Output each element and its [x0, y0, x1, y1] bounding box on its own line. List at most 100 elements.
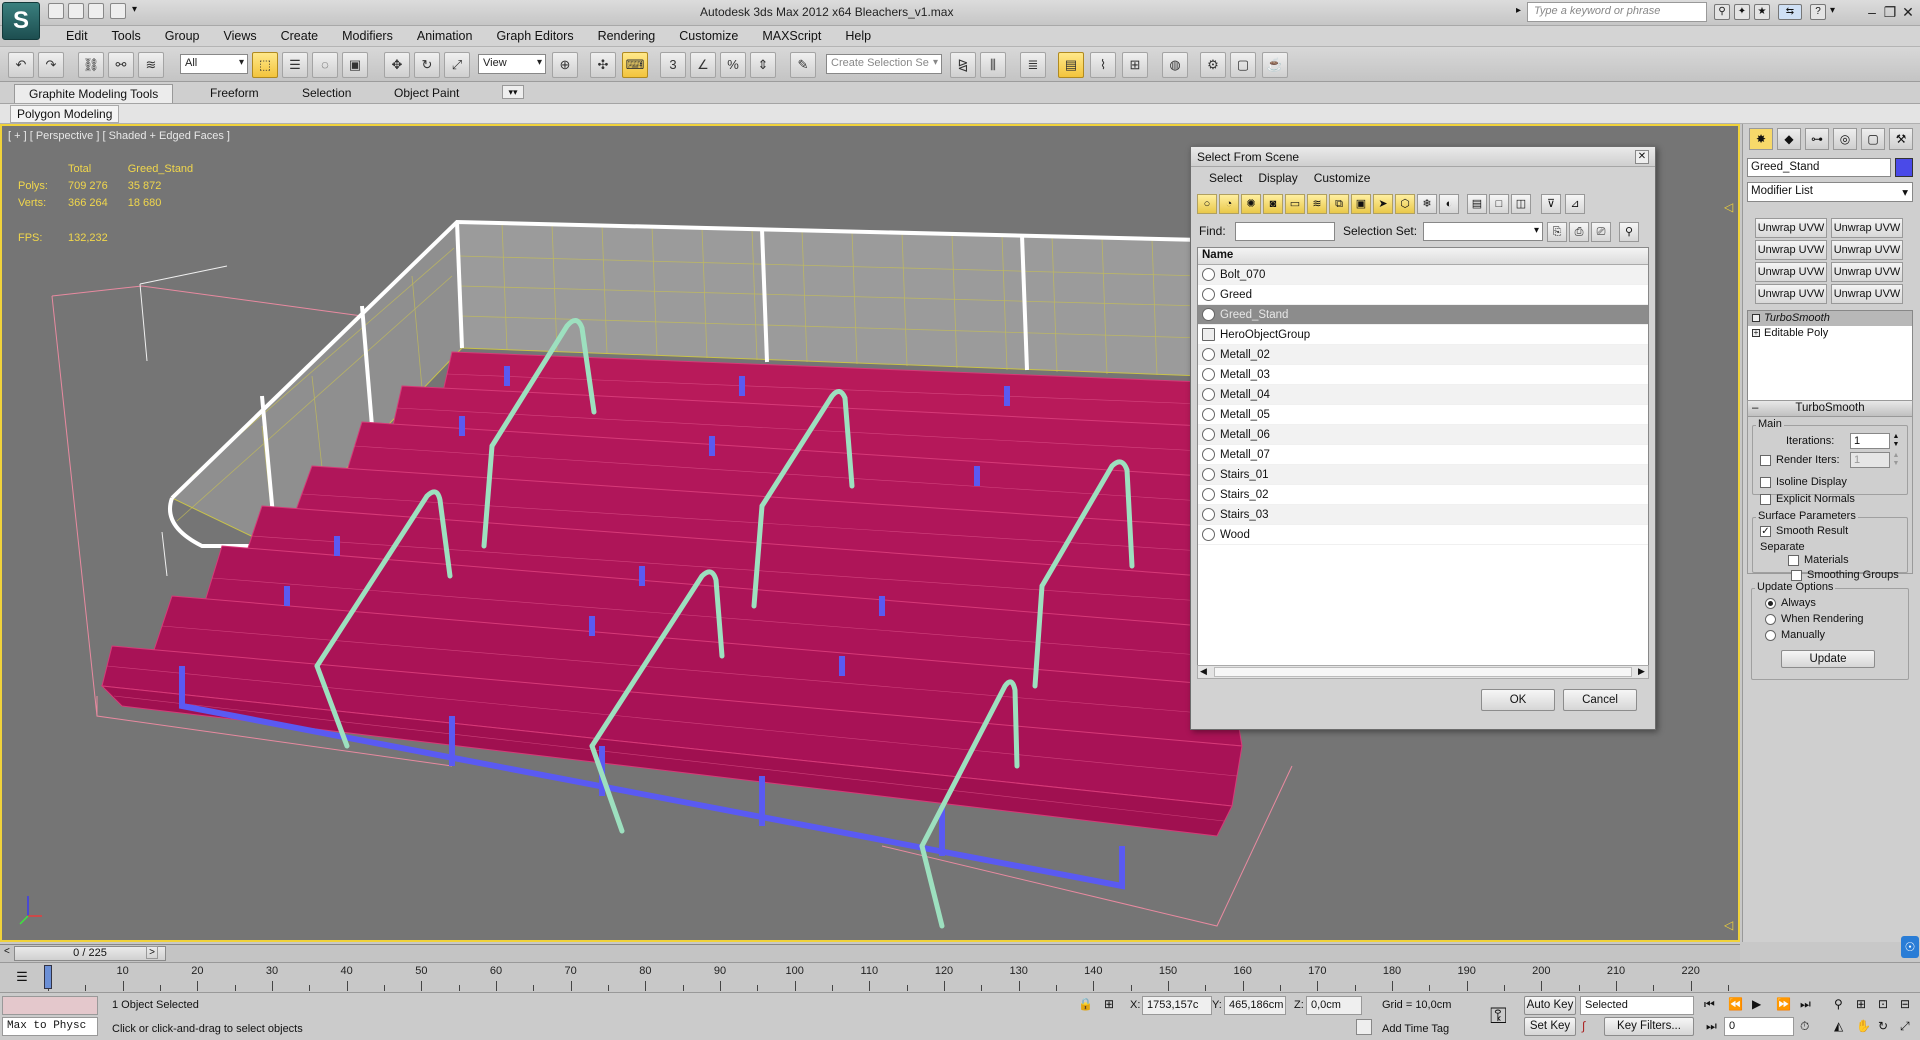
- list-item[interactable]: Greed_Stand: [1198, 305, 1648, 325]
- always-radio[interactable]: [1765, 598, 1776, 609]
- tab-freeform[interactable]: Freeform: [196, 84, 273, 103]
- update-button[interactable]: Update: [1781, 650, 1875, 668]
- selection-set-options-icon[interactable]: ⚲: [1619, 222, 1639, 242]
- create-tab-icon[interactable]: ✸: [1749, 128, 1773, 150]
- cancel-button[interactable]: Cancel: [1563, 689, 1637, 711]
- menu-customize[interactable]: Customize: [667, 26, 750, 46]
- iterations-spinner-arrows-icon[interactable]: ▲ ▼: [1891, 433, 1901, 449]
- help-dropdown-icon[interactable]: ▾: [1830, 5, 1835, 16]
- select-all-icon[interactable]: ▤: [1467, 194, 1487, 214]
- set-key-button[interactable]: Set Key: [1524, 1017, 1576, 1036]
- display-geometry-icon[interactable]: ○: [1197, 194, 1217, 214]
- menu-group[interactable]: Group: [153, 26, 212, 46]
- timeline-ruler[interactable]: 10 20 30 40 50 60 70 80 90 100 110 120 130 140 150 160 1…: [44, 965, 1729, 991]
- zoom-all-icon[interactable]: ⊞: [1856, 997, 1866, 1011]
- reference-coordinate-dropdown[interactable]: View: [478, 54, 546, 74]
- subscription-icon[interactable]: ✦: [1734, 4, 1750, 20]
- turbosmooth-rollout-header[interactable]: – TurboSmooth: [1748, 401, 1912, 417]
- spinner-snap-icon[interactable]: ⇕: [750, 52, 776, 78]
- zoom-extents-all-icon[interactable]: ⊟: [1900, 997, 1910, 1011]
- list-item[interactable]: Metall_03: [1198, 365, 1648, 385]
- display-groups-icon[interactable]: ⧉: [1329, 194, 1349, 214]
- x-coordinate-field[interactable]: 1753,157c: [1142, 996, 1212, 1015]
- select-and-rotate-icon[interactable]: ↻: [414, 52, 440, 78]
- list-item[interactable]: Stairs_02: [1198, 485, 1648, 505]
- help-icon[interactable]: ?: [1810, 4, 1826, 20]
- schematic-view-icon[interactable]: ⊞: [1122, 52, 1148, 78]
- ok-button[interactable]: OK: [1481, 689, 1555, 711]
- render-iters-checkbox[interactable]: [1760, 455, 1771, 466]
- time-slider[interactable]: < 0 / 225 >: [0, 944, 1740, 962]
- scroll-thumb[interactable]: [1214, 667, 1632, 677]
- menu-modifiers[interactable]: Modifiers: [330, 26, 405, 46]
- add-to-selection-set-icon[interactable]: ⎙: [1569, 222, 1589, 242]
- stack-item-editable-poly[interactable]: + Editable Poly: [1748, 326, 1912, 341]
- redo-icon[interactable]: ↷: [38, 52, 64, 78]
- render-setup-icon[interactable]: ⚙: [1200, 52, 1226, 78]
- unwrap-uvw-button[interactable]: Unwrap UVW: [1831, 262, 1903, 282]
- auto-key-button[interactable]: Auto Key: [1524, 996, 1576, 1015]
- iterations-spinner[interactable]: 1: [1850, 433, 1890, 449]
- default-tangent-icon[interactable]: ∫: [1582, 1019, 1598, 1035]
- selection-lock-icon[interactable]: 🔒: [1078, 997, 1093, 1011]
- open-file-icon[interactable]: [68, 3, 84, 19]
- menu-maxscript[interactable]: MAXScript: [750, 26, 833, 46]
- utilities-tab-icon[interactable]: ⚒: [1889, 128, 1913, 150]
- keyboard-shortcut-override-icon[interactable]: ⌨: [622, 52, 648, 78]
- side-help-icon[interactable]: ☉: [1901, 936, 1919, 958]
- undo-history-icon[interactable]: [110, 3, 126, 19]
- menu-graph-editors[interactable]: Graph Editors: [484, 26, 585, 46]
- select-and-scale-icon[interactable]: ⤢: [444, 52, 470, 78]
- smoothing-groups-checkbox[interactable]: [1791, 570, 1802, 581]
- display-xrefs-icon[interactable]: ▣: [1351, 194, 1371, 214]
- modifier-list-dropdown[interactable]: Modifier List: [1747, 182, 1913, 202]
- key-filters-button[interactable]: Key Filters...: [1604, 1017, 1694, 1036]
- selection-region-icon[interactable]: ◌: [312, 52, 338, 78]
- quick-access-dropdown-icon[interactable]: ▾: [132, 4, 137, 15]
- when-rendering-radio[interactable]: [1765, 614, 1776, 625]
- time-slider-thumb[interactable]: 0 / 225: [14, 946, 166, 961]
- select-by-name-icon[interactable]: ☰: [282, 52, 308, 78]
- z-coordinate-field[interactable]: 0,0cm: [1306, 996, 1362, 1015]
- display-shapes-icon[interactable]: ◔: [1219, 194, 1239, 214]
- display-lights-icon[interactable]: ✺: [1241, 194, 1261, 214]
- restore-icon[interactable]: ❐: [1880, 2, 1900, 22]
- app-logo-icon[interactable]: S: [2, 2, 40, 40]
- search-expand-icon[interactable]: ▸: [1516, 5, 1521, 16]
- render-iters-spinner-arrows-icon[interactable]: ▲ ▼: [1891, 452, 1901, 468]
- key-selection-dropdown[interactable]: Selected: [1580, 996, 1694, 1015]
- tab-object-paint[interactable]: Object Paint: [380, 84, 473, 103]
- mirror-icon[interactable]: ⧎: [950, 52, 976, 78]
- menu-create[interactable]: Create: [269, 26, 331, 46]
- unwrap-uvw-button[interactable]: Unwrap UVW: [1755, 240, 1827, 260]
- display-helpers-icon[interactable]: ▭: [1285, 194, 1305, 214]
- snaps-toggle-icon[interactable]: 3: [660, 52, 686, 78]
- current-frame-field[interactable]: 0: [1724, 1017, 1794, 1036]
- viewport-label[interactable]: [ + ] [ Perspective ] [ Shaded + Edged F…: [8, 130, 230, 142]
- display-frozen-icon[interactable]: ❄: [1417, 194, 1437, 214]
- set-key-mode-icon[interactable]: ⚿: [1490, 1003, 1507, 1029]
- selection-filter-dropdown[interactable]: All: [180, 54, 248, 74]
- bind-to-space-warp-icon[interactable]: ≋: [138, 52, 164, 78]
- filter-options-icon[interactable]: ⊿: [1565, 194, 1585, 214]
- align-icon[interactable]: ⫼: [980, 52, 1006, 78]
- dialog-menu-select[interactable]: Select: [1201, 169, 1250, 187]
- go-to-start-icon[interactable]: ⏮: [1704, 997, 1715, 1012]
- maxscript-mini-listener-top[interactable]: [2, 996, 98, 1015]
- smooth-result-checkbox[interactable]: ✓: [1760, 526, 1771, 537]
- list-item[interactable]: Metall_05: [1198, 405, 1648, 425]
- material-editor-icon[interactable]: ◍: [1162, 52, 1188, 78]
- object-name-field[interactable]: Greed_Stand: [1747, 158, 1891, 177]
- display-tab-icon[interactable]: ▢: [1861, 128, 1885, 150]
- menu-views[interactable]: Views: [211, 26, 268, 46]
- window-crossing-icon[interactable]: ▣: [342, 52, 368, 78]
- menu-animation[interactable]: Animation: [405, 26, 485, 46]
- angle-snap-icon[interactable]: ∠: [690, 52, 716, 78]
- save-file-icon[interactable]: [88, 3, 104, 19]
- next-frame-icon[interactable]: ⏩: [1776, 997, 1791, 1011]
- binoculars-icon[interactable]: ⚲: [1714, 4, 1730, 20]
- menu-edit[interactable]: Edit: [54, 26, 100, 46]
- select-invert-icon[interactable]: ◫: [1511, 194, 1531, 214]
- manually-radio[interactable]: [1765, 630, 1776, 641]
- edit-named-selection-icon[interactable]: ✎: [790, 52, 816, 78]
